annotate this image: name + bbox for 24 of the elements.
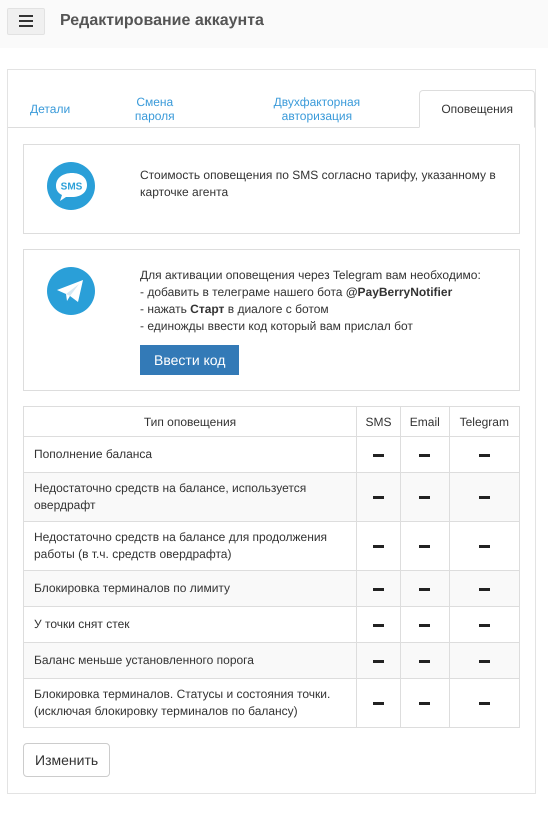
table-cell: Баланс меньше установленного порога: [24, 642, 356, 678]
info-text: Для активации оповещения через Telegram вам необходимо:: [140, 267, 481, 284]
enter-code-button[interactable]: Ввести код: [140, 345, 240, 375]
tab[interactable]: Детали: [9, 90, 92, 128]
edit-button[interactable]: Изменить: [23, 743, 110, 777]
column-header: Тип оповещения: [24, 406, 356, 436]
info-text: - добавить в телеграме нашего бота @PayBerryNotifier: [140, 284, 454, 301]
tab[interactable]: Двухфакторная авторизация: [218, 90, 416, 128]
menu-icon: [19, 15, 33, 27]
column-header: Telegram: [449, 406, 520, 436]
table-cell: Недостаточно средств на балансе, используется овердрафт: [24, 472, 356, 522]
table-cell: Блокировка терминалов по лимиту: [24, 570, 356, 606]
paper-plane-icon: [46, 266, 96, 316]
column-header: Email: [400, 406, 450, 436]
info-text: - нажать Старт в диалоге с ботом: [140, 301, 330, 318]
sms-icon: SMS: [46, 161, 96, 211]
menu-button[interactable]: [7, 8, 45, 34]
info-text: - единожды ввести код который вам прислал бот: [140, 318, 414, 335]
tab[interactable]: Оповещения: [419, 90, 535, 128]
page-title: Редактирование аккаунта: [60, 12, 264, 30]
info-text: Стоимость оповещения по SMS согласно тарифу, указанному в карточке агента: [140, 167, 497, 201]
tab[interactable]: Смена пароля: [95, 90, 214, 128]
column-header: SMS: [356, 406, 401, 436]
table-cell: Блокировка терминалов. Статусы и состояния точки. (исключая блокировку терминалов по балансу): [24, 678, 356, 728]
